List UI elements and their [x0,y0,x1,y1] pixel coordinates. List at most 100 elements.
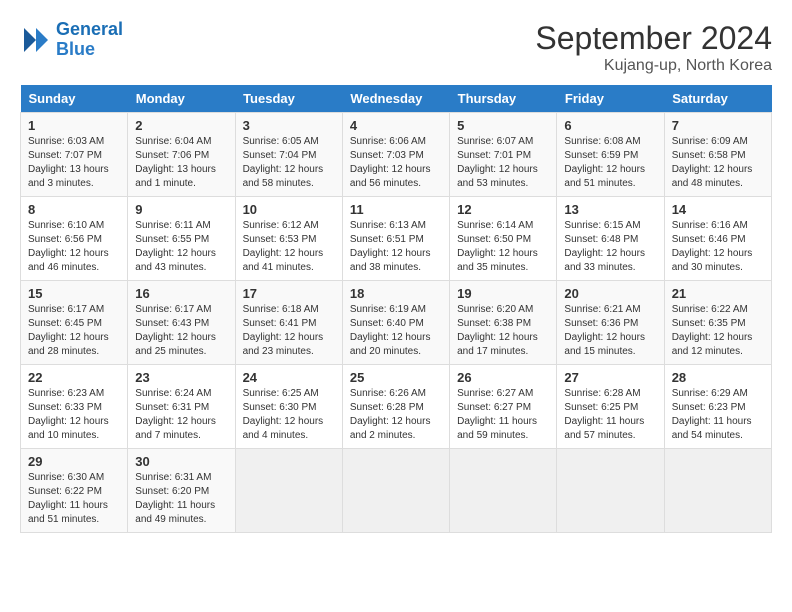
logo-icon [20,24,52,56]
day-number: 2 [135,118,227,133]
day-number: 23 [135,370,227,385]
calendar-cell: 14Sunrise: 6:16 AMSunset: 6:46 PMDayligh… [664,197,771,281]
day-info: Sunrise: 6:10 AMSunset: 6:56 PMDaylight:… [28,219,120,275]
day-number: 4 [350,118,442,133]
day-number: 30 [135,454,227,469]
day-number: 6 [564,118,656,133]
weekday-header-wednesday: Wednesday [342,85,449,113]
day-number: 22 [28,370,120,385]
calendar-cell: 29 Sunrise: 6:30 AMSunset: 6:22 PMDayligh… [21,449,128,533]
day-info: Sunrise: 6:28 AMSunset: 6:25 PMDaylight:… [564,387,656,443]
day-info: Sunrise: 6:18 AMSunset: 6:41 PMDaylight:… [243,303,335,359]
calendar-cell: 5 Sunrise: 6:07 AMSunset: 7:01 PMDaylight… [450,113,557,197]
calendar-cell: 7Sunrise: 6:09 AMSunset: 6:58 PMDaylight… [664,113,771,197]
day-info: Sunrise: 6:17 AMSunset: 6:43 PMDaylight:… [135,303,227,359]
calendar-cell: 17 Sunrise: 6:18 AMSunset: 6:41 PMDayligh… [235,281,342,365]
day-info: Sunrise: 6:04 AMSunset: 7:06 PMDaylight:… [135,135,227,191]
day-number: 15 [28,286,120,301]
day-info: Sunrise: 6:27 AMSunset: 6:27 PMDaylight:… [457,387,549,443]
day-info: Sunrise: 6:03 AMSunset: 7:07 PMDaylight:… [28,135,120,191]
calendar-cell [342,449,449,533]
day-number: 7 [672,118,764,133]
day-number: 27 [564,370,656,385]
day-number: 10 [243,202,335,217]
calendar-cell: 12 Sunrise: 6:14 AMSunset: 6:50 PMDayligh… [450,197,557,281]
calendar-header-row: SundayMondayTuesdayWednesdayThursdayFrid… [21,85,772,113]
calendar-body: 1 Sunrise: 6:03 AMSunset: 7:07 PMDaylight… [21,113,772,533]
calendar-cell: 18Sunrise: 6:19 AMSunset: 6:40 PMDayligh… [342,281,449,365]
day-number: 12 [457,202,549,217]
calendar-cell: 22Sunrise: 6:23 AMSunset: 6:33 PMDayligh… [21,365,128,449]
day-number: 19 [457,286,549,301]
day-number: 5 [457,118,549,133]
day-info: Sunrise: 6:11 AMSunset: 6:55 PMDaylight:… [135,219,227,275]
calendar-cell: 23 Sunrise: 6:24 AMSunset: 6:31 PMDayligh… [128,365,235,449]
day-info: Sunrise: 6:06 AMSunset: 7:03 PMDaylight:… [350,135,442,191]
weekday-header-sunday: Sunday [21,85,128,113]
day-info: Sunrise: 6:29 AMSunset: 6:23 PMDaylight:… [672,387,764,443]
calendar-cell [664,449,771,533]
calendar-cell [450,449,557,533]
day-number: 29 [28,454,120,469]
day-info: Sunrise: 6:30 AMSunset: 6:22 PMDaylight:… [28,471,120,527]
calendar-cell: 3Sunrise: 6:05 AMSunset: 7:04 PMDaylight… [235,113,342,197]
day-info: Sunrise: 6:13 AMSunset: 6:51 PMDaylight:… [350,219,442,275]
day-info: Sunrise: 6:07 AMSunset: 7:01 PMDaylight:… [457,135,549,191]
calendar-cell: 9 Sunrise: 6:11 AMSunset: 6:55 PMDaylight… [128,197,235,281]
location-subtitle: Kujang-up, North Korea [535,57,772,75]
calendar-cell: 1 Sunrise: 6:03 AMSunset: 7:07 PMDaylight… [21,113,128,197]
calendar-cell: 16 Sunrise: 6:17 AMSunset: 6:43 PMDayligh… [128,281,235,365]
calendar-week-3: 15 Sunrise: 6:17 AMSunset: 6:45 PMDayligh… [21,281,772,365]
page-header: General Blue September 2024 Kujang-up, N… [20,20,772,75]
logo-text: General Blue [56,20,123,60]
calendar-week-4: 22Sunrise: 6:23 AMSunset: 6:33 PMDayligh… [21,365,772,449]
calendar-week-5: 29 Sunrise: 6:30 AMSunset: 6:22 PMDayligh… [21,449,772,533]
day-number: 20 [564,286,656,301]
logo: General Blue [20,20,123,60]
calendar-cell: 11 Sunrise: 6:13 AMSunset: 6:51 PMDayligh… [342,197,449,281]
day-info: Sunrise: 6:26 AMSunset: 6:28 PMDaylight:… [350,387,442,443]
weekday-header-monday: Monday [128,85,235,113]
day-number: 14 [672,202,764,217]
calendar-cell: 13 Sunrise: 6:15 AMSunset: 6:48 PMDayligh… [557,197,664,281]
calendar-cell: 10 Sunrise: 6:12 AMSunset: 6:53 PMDayligh… [235,197,342,281]
day-info: Sunrise: 6:15 AMSunset: 6:48 PMDaylight:… [564,219,656,275]
day-number: 17 [243,286,335,301]
day-number: 26 [457,370,549,385]
day-number: 16 [135,286,227,301]
day-number: 24 [243,370,335,385]
calendar-cell: 26 Sunrise: 6:27 AMSunset: 6:27 PMDayligh… [450,365,557,449]
day-number: 25 [350,370,442,385]
day-info: Sunrise: 6:25 AMSunset: 6:30 PMDaylight:… [243,387,335,443]
day-number: 9 [135,202,227,217]
calendar-table: SundayMondayTuesdayWednesdayThursdayFrid… [20,85,772,533]
day-number: 1 [28,118,120,133]
day-number: 28 [672,370,764,385]
weekday-header-friday: Friday [557,85,664,113]
calendar-week-1: 1 Sunrise: 6:03 AMSunset: 7:07 PMDaylight… [21,113,772,197]
calendar-cell: 28 Sunrise: 6:29 AMSunset: 6:23 PMDayligh… [664,365,771,449]
day-number: 3 [243,118,335,133]
day-info: Sunrise: 6:19 AMSunset: 6:40 PMDaylight:… [350,303,442,359]
month-title: September 2024 [535,20,772,57]
calendar-cell: 25 Sunrise: 6:26 AMSunset: 6:28 PMDayligh… [342,365,449,449]
day-number: 11 [350,202,442,217]
calendar-cell: 19Sunrise: 6:20 AMSunset: 6:38 PMDayligh… [450,281,557,365]
calendar-cell: 8 Sunrise: 6:10 AMSunset: 6:56 PMDaylight… [21,197,128,281]
day-info: Sunrise: 6:31 AMSunset: 6:20 PMDaylight:… [135,471,227,527]
day-info: Sunrise: 6:14 AMSunset: 6:50 PMDaylight:… [457,219,549,275]
day-info: Sunrise: 6:17 AMSunset: 6:45 PMDaylight:… [28,303,120,359]
calendar-cell: 15 Sunrise: 6:17 AMSunset: 6:45 PMDayligh… [21,281,128,365]
calendar-cell: 24 Sunrise: 6:25 AMSunset: 6:30 PMDayligh… [235,365,342,449]
day-number: 13 [564,202,656,217]
weekday-header-thursday: Thursday [450,85,557,113]
day-info: Sunrise: 6:21 AMSunset: 6:36 PMDaylight:… [564,303,656,359]
calendar-cell [557,449,664,533]
day-number: 8 [28,202,120,217]
day-info: Sunrise: 6:12 AMSunset: 6:53 PMDaylight:… [243,219,335,275]
calendar-cell: 4 Sunrise: 6:06 AMSunset: 7:03 PMDaylight… [342,113,449,197]
day-info: Sunrise: 6:24 AMSunset: 6:31 PMDaylight:… [135,387,227,443]
calendar-cell [235,449,342,533]
calendar-cell: 21Sunrise: 6:22 AMSunset: 6:35 PMDayligh… [664,281,771,365]
calendar-cell: 6Sunrise: 6:08 AMSunset: 6:59 PMDaylight… [557,113,664,197]
